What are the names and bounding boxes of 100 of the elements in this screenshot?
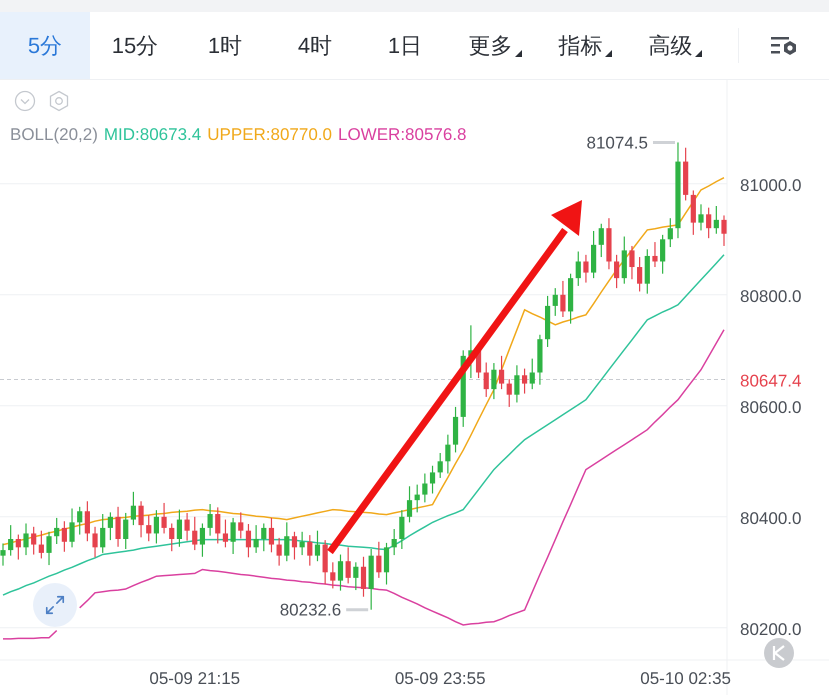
timeframe-tab[interactable]: 1时 (180, 12, 270, 79)
candlestick (108, 512, 113, 541)
logo-icon (764, 638, 794, 668)
candlestick (668, 218, 673, 248)
candlestick (714, 205, 719, 234)
candlestick (207, 503, 213, 536)
price-extreme-label: 80232.6 (280, 600, 342, 620)
candlestick (276, 537, 282, 566)
candlestick (484, 362, 489, 398)
x-axis-label: 05-10 02:35 (640, 669, 732, 688)
candlestick (84, 500, 90, 542)
candlestick (69, 508, 75, 548)
candlestick (307, 534, 312, 566)
candlestick (115, 506, 121, 548)
dropdown-triangle-icon (604, 50, 612, 57)
dropdown-triangle-icon (694, 50, 702, 57)
candlestick (0, 542, 6, 566)
indicator-legend-label: LOWER:80576.8 (338, 124, 466, 146)
x-axis-label: 05-09 23:55 (394, 669, 486, 688)
candlestick (46, 531, 52, 566)
candlestick (445, 434, 450, 474)
y-axis-label: 81000.0 (740, 176, 802, 195)
candlestick (31, 526, 36, 556)
y-axis-label: 80800.0 (740, 286, 802, 306)
candlestick (284, 522, 290, 562)
candlestick (422, 472, 428, 503)
candlestick (238, 512, 244, 540)
candlestick (614, 254, 620, 289)
price-extreme-label: 81074.5 (586, 133, 648, 152)
candlestick (660, 234, 666, 274)
candlestick (215, 506, 220, 544)
candlestick (123, 512, 128, 550)
candlestick (261, 522, 266, 552)
candlestick (176, 508, 182, 548)
candlestick (222, 518, 228, 548)
indicator-legend-label: UPPER:80770.0 (207, 124, 332, 146)
fullscreen-button[interactable] (33, 583, 77, 627)
indicator-legend-label: MID:80673.4 (104, 124, 202, 146)
candlestick (338, 554, 344, 592)
current-price-label: 80647.4 (740, 372, 802, 390)
candlestick (200, 522, 206, 558)
candlestick (530, 358, 535, 390)
candlestick (430, 465, 436, 494)
candlestick (438, 452, 443, 479)
candlestick (300, 531, 305, 556)
candlestick (268, 517, 274, 553)
candlestick (514, 364, 520, 404)
candlestick (706, 207, 712, 239)
timeframe-tab[interactable]: 指标 (540, 12, 630, 79)
candlestick (506, 378, 512, 408)
candlestick (346, 546, 351, 584)
candlestick (652, 241, 658, 268)
candlestick (154, 510, 160, 544)
candlestick (184, 512, 190, 542)
marker-dash (346, 608, 368, 612)
candlestick (360, 556, 366, 598)
timeframe-tab[interactable]: 5分 (0, 12, 90, 79)
candlestick (161, 502, 167, 534)
candlestick (130, 491, 136, 526)
timeframe-tab[interactable]: 1日 (360, 12, 450, 79)
candlestick (77, 506, 82, 536)
y-axis-label: 80600.0 (740, 398, 802, 417)
candlestick (62, 520, 67, 552)
candlestick (399, 510, 404, 550)
y-axis-label: 80400.0 (740, 508, 802, 528)
candlestick (138, 500, 144, 538)
x-axis-label: 05-09 21:15 (149, 669, 240, 688)
candlestick (406, 486, 412, 523)
candlestick (192, 516, 198, 551)
candlestick (23, 522, 29, 556)
candlestick (414, 484, 420, 513)
candlestick (598, 223, 604, 258)
marker-dash (652, 140, 675, 144)
candlestick (552, 288, 558, 316)
candlestick (100, 513, 106, 554)
candlestick (169, 522, 174, 552)
timeframe-tab[interactable]: 15分 (90, 12, 180, 79)
candlestick (254, 524, 259, 554)
candlestick (637, 256, 642, 292)
candlestick (146, 514, 152, 542)
candlestick (491, 362, 496, 400)
candlestick (721, 214, 727, 247)
expand-icon (44, 594, 66, 616)
candlestick (583, 254, 589, 284)
candlestick (92, 526, 98, 558)
timeframe-tab[interactable]: 更多 (450, 12, 540, 79)
candlestick (230, 517, 236, 555)
candlestick (498, 355, 504, 390)
candlestick (8, 524, 14, 556)
candlestick (353, 562, 358, 591)
dropdown-triangle-icon (514, 50, 522, 57)
candlestick (629, 245, 635, 280)
y-axis-label: 80200.0 (740, 620, 802, 639)
timeframe-tab[interactable]: 高级 (630, 12, 720, 79)
candlestick (246, 523, 252, 558)
candlestick (54, 517, 60, 545)
candlestick (376, 541, 382, 578)
candlestick (560, 280, 566, 318)
indicator-legend-label: BOLL(20,2) (10, 124, 98, 146)
timeframe-tab[interactable]: 4时 (270, 12, 360, 79)
